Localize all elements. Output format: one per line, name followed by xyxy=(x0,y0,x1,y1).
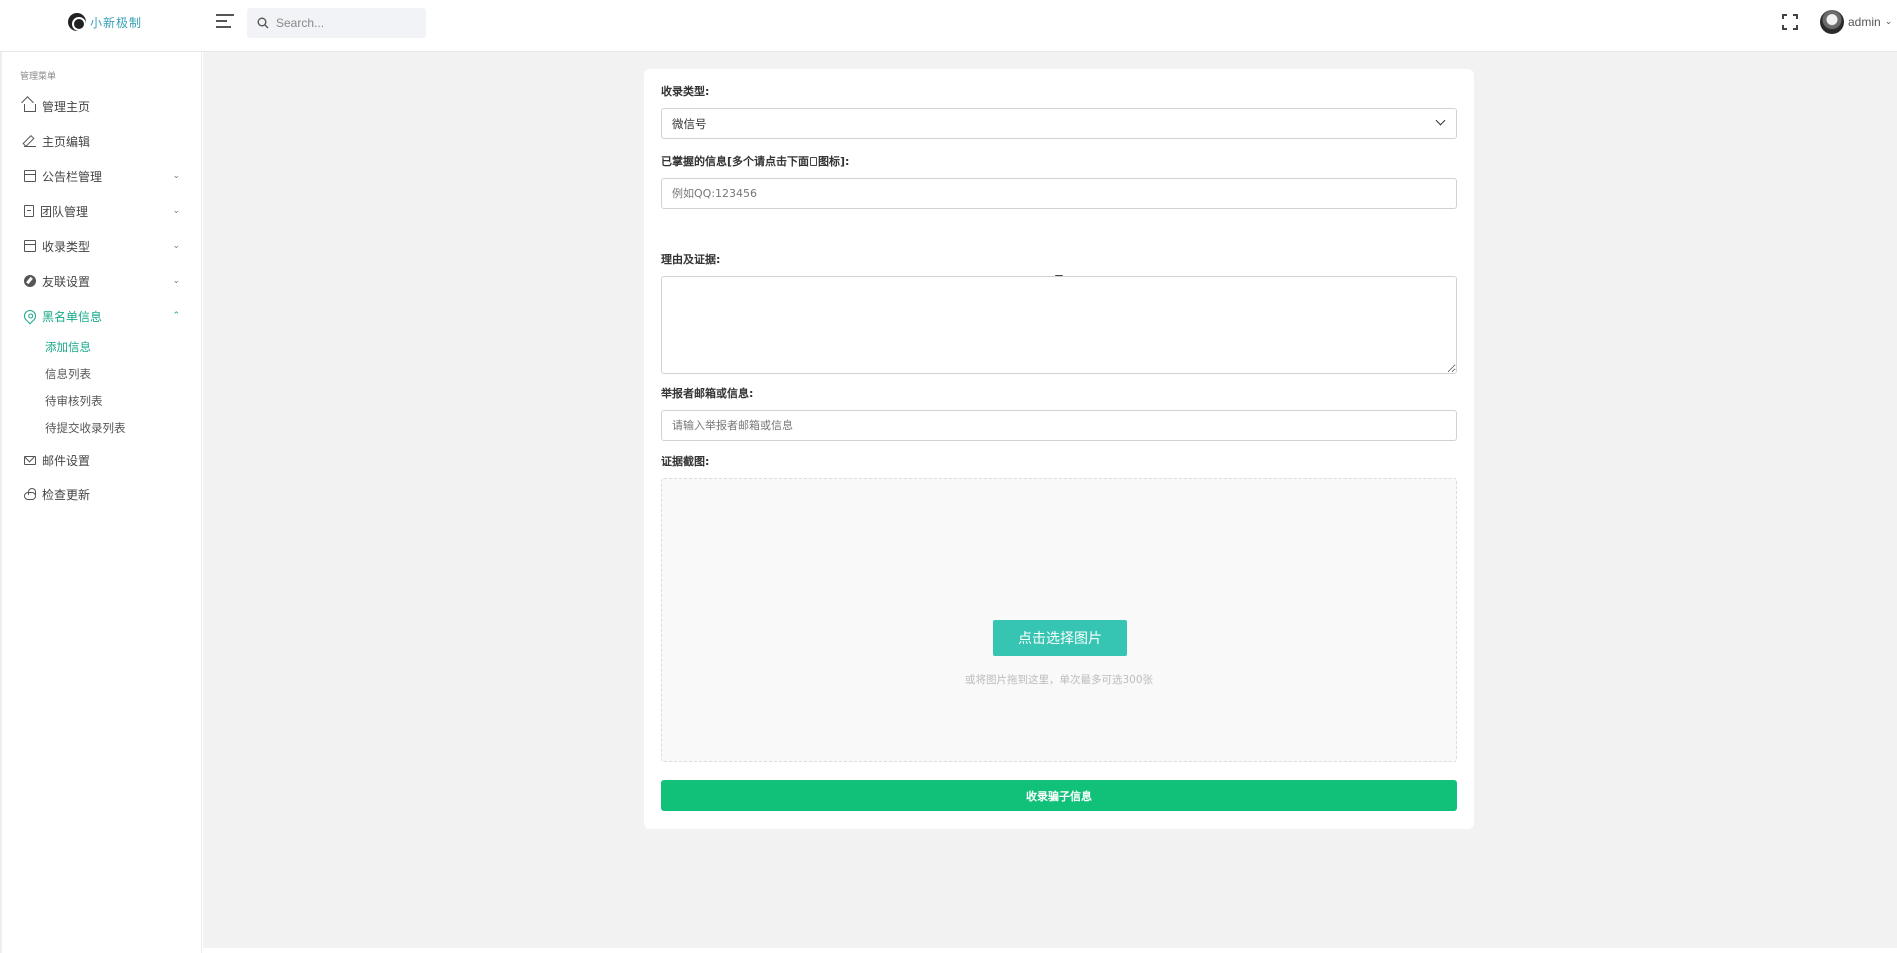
brand-logo-icon xyxy=(68,13,86,31)
info-field[interactable] xyxy=(661,178,1457,209)
chevron-down-icon xyxy=(1435,115,1446,126)
chevron-down-icon: ⌄ xyxy=(172,241,180,251)
reason-textarea[interactable] xyxy=(662,277,1456,373)
search-icon xyxy=(257,17,269,29)
brand-name: 小新极制 xyxy=(90,15,143,30)
sidebar-title: 管理菜单 xyxy=(20,72,57,82)
screenshot-label: 证据截图: xyxy=(661,455,710,468)
fullscreen-icon[interactable] xyxy=(1782,14,1798,30)
drop-hint: 或将图片拖到这里，单次最多可选300张 xyxy=(964,674,1154,686)
edit-icon xyxy=(24,135,36,147)
sidebar-item-label: 黑名单信息 xyxy=(42,309,103,324)
sidebar-item-notice[interactable]: 公告栏管理 ⌄ xyxy=(2,162,202,190)
sidebar-item-home-edit[interactable]: 主页编辑 xyxy=(2,127,202,155)
chevron-down-icon: ⌄ xyxy=(172,276,180,286)
footer-strip xyxy=(203,948,1897,953)
sidebar-item-label: 检查更新 xyxy=(42,487,91,502)
sidebar-item-mail[interactable]: 邮件设置 xyxy=(2,446,202,474)
document-icon xyxy=(24,205,34,217)
sidebar-item-label: 管理主页 xyxy=(42,99,91,114)
sidebar-item-label: 团队管理 xyxy=(40,204,89,219)
sidebar-item-blacklist[interactable]: 黑名单信息 ⌃ xyxy=(2,302,202,330)
chevron-down-icon: ⌄ xyxy=(172,171,180,181)
chevron-up-icon: ⌃ xyxy=(172,311,180,321)
reporter-input[interactable] xyxy=(662,411,1456,440)
sidebar-item-label: 邮件设置 xyxy=(42,453,91,468)
home-icon xyxy=(24,104,36,112)
search-input[interactable] xyxy=(276,16,416,30)
type-select[interactable]: 微信号 xyxy=(661,108,1457,139)
info-label-prefix: 已掌握的信息[多个请点击下面 xyxy=(661,155,810,168)
menu-toggle-icon[interactable] xyxy=(216,14,234,30)
sidebar: 管理菜单 管理主页 主页编辑 公告栏管理 ⌄ 团队管理 ⌄ 收录类型 ⌄ 友联设… xyxy=(0,52,202,953)
sidebar-item-label: 公告栏管理 xyxy=(42,169,103,184)
sidebar-item-links[interactable]: 友联设置 ⌄ xyxy=(2,267,202,295)
submit-button[interactable]: 收录骗子信息 xyxy=(661,780,1457,811)
layout-icon xyxy=(24,170,36,182)
reason-field[interactable] xyxy=(661,276,1457,374)
type-label: 收录类型: xyxy=(661,85,710,98)
sidebar-item-update[interactable]: 检查更新 xyxy=(2,480,202,508)
sidebar-subitem-add[interactable]: 添加信息 xyxy=(45,337,91,357)
chevron-down-icon: ⌄ xyxy=(172,206,180,216)
search-box[interactable] xyxy=(247,8,426,38)
sidebar-subitem-list[interactable]: 信息列表 xyxy=(45,364,91,384)
sidebar-item-label: 收录类型 xyxy=(42,239,91,254)
sidebar-item-team[interactable]: 团队管理 ⌄ xyxy=(2,197,202,225)
avatar xyxy=(1820,10,1844,34)
reason-label: 理由及证据: xyxy=(661,253,721,266)
compass-icon xyxy=(24,275,36,287)
brand[interactable]: 小新极制 xyxy=(68,13,142,31)
reporter-label: 举报者邮箱或信息: xyxy=(661,387,754,400)
sidebar-item-label: 友联设置 xyxy=(42,274,91,289)
sidebar-item-label: 主页编辑 xyxy=(42,134,91,149)
add-document-icon xyxy=(810,157,818,166)
type-select-value: 微信号 xyxy=(672,116,707,131)
user-name: admin xyxy=(1848,15,1881,29)
map-pin-icon xyxy=(21,307,39,325)
chevron-down-icon: ⌄ xyxy=(1884,17,1893,27)
main-content: 收录类型: 微信号 已掌握的信息[多个请点击下面图标]: 理由及证据: 举报者邮… xyxy=(203,52,1897,948)
sidebar-subitem-to-submit[interactable]: 待提交收录列表 xyxy=(45,418,126,438)
mail-icon xyxy=(24,455,36,465)
info-label-suffix: 图标]: xyxy=(818,155,850,168)
sidebar-subitem-pending[interactable]: 待审核列表 xyxy=(45,391,103,411)
pick-image-button[interactable]: 点击选择图片 xyxy=(993,620,1127,656)
info-input[interactable] xyxy=(662,179,1456,208)
sidebar-item-types[interactable]: 收录类型 ⌄ xyxy=(2,232,202,260)
form-card: 收录类型: 微信号 已掌握的信息[多个请点击下面图标]: 理由及证据: 举报者邮… xyxy=(644,69,1474,829)
cloud-icon xyxy=(24,487,36,500)
user-menu[interactable]: admin ⌄ xyxy=(1820,10,1892,34)
reporter-field[interactable] xyxy=(661,410,1457,441)
top-header: 小新极制 admin ⌄ xyxy=(0,0,1897,52)
calendar-icon xyxy=(24,240,36,252)
info-label: 已掌握的信息[多个请点击下面 图标]: xyxy=(661,153,849,169)
sidebar-item-dashboard[interactable]: 管理主页 xyxy=(2,92,202,120)
image-dropzone[interactable]: 点击选择图片 或将图片拖到这里，单次最多可选300张 xyxy=(661,478,1457,762)
